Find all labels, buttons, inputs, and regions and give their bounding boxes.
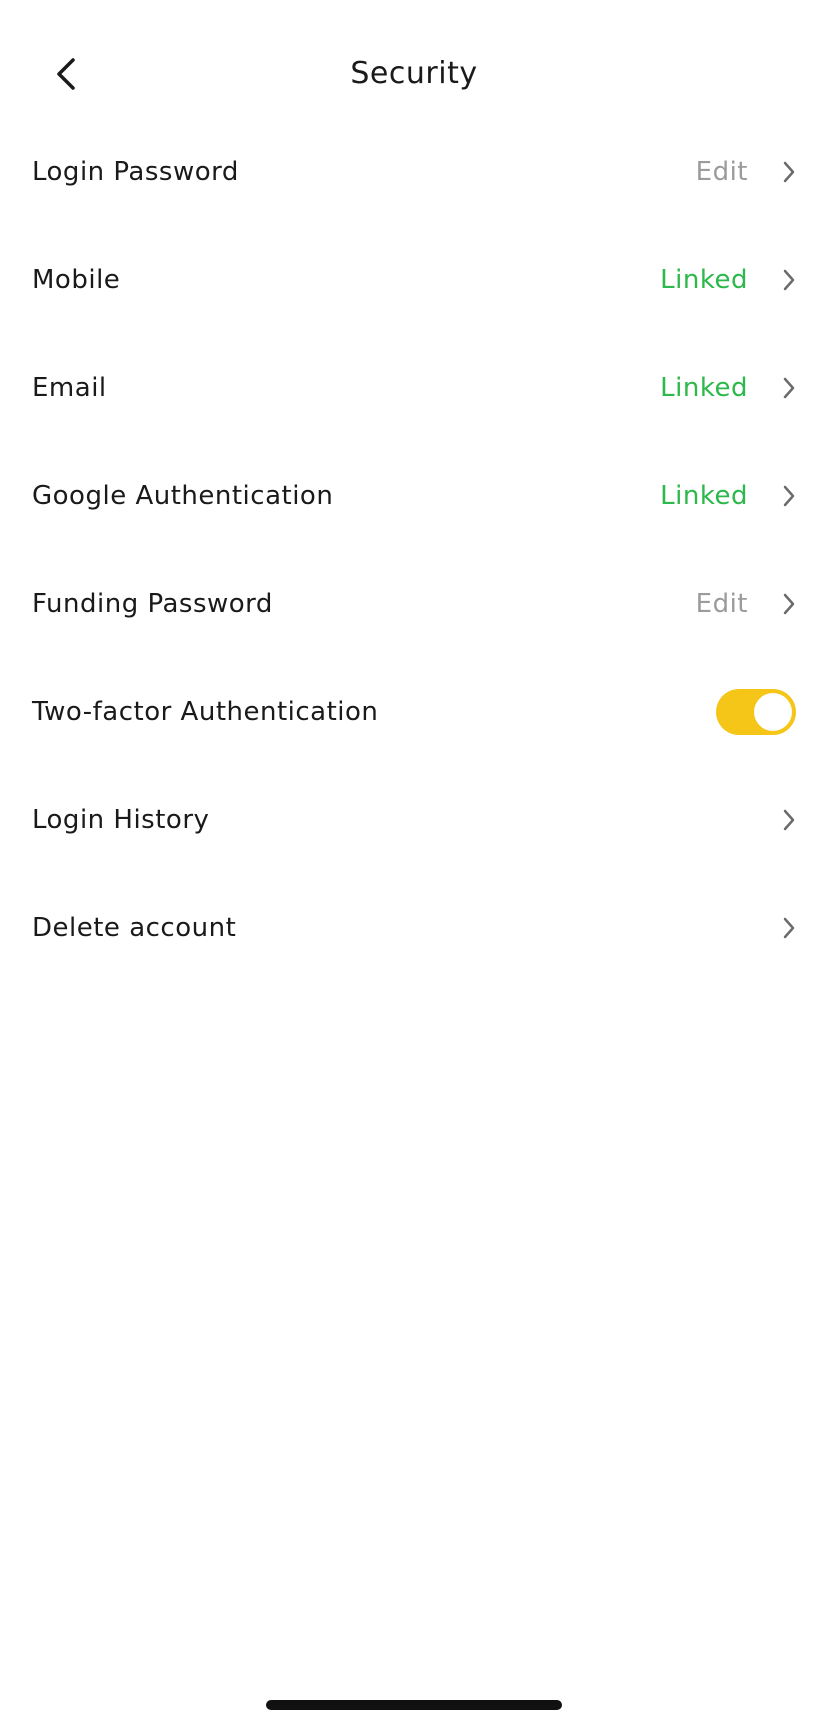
header-bar: Security: [0, 36, 828, 116]
status-edit-label: Edit: [695, 589, 748, 619]
status-linked-label: Linked: [660, 373, 748, 403]
chevron-right-icon: [776, 805, 796, 835]
row-label: Funding Password: [32, 589, 273, 619]
chevron-right-icon: [776, 913, 796, 943]
delete-account-row[interactable]: Delete account: [0, 874, 828, 982]
google-authentication-row[interactable]: Google Authentication Linked: [0, 442, 828, 550]
funding-password-row[interactable]: Funding Password Edit: [0, 550, 828, 658]
chevron-right-icon: [776, 373, 796, 403]
chevron-right-icon: [776, 265, 796, 295]
login-history-row[interactable]: Login History: [0, 766, 828, 874]
two-factor-authentication-row: Two-factor Authentication: [0, 658, 828, 766]
row-label: Mobile: [32, 265, 121, 295]
row-label: Login History: [32, 805, 210, 835]
two-factor-toggle[interactable]: [716, 689, 796, 735]
toggle-knob: [754, 693, 792, 731]
chevron-right-icon: [776, 157, 796, 187]
chevron-right-icon: [776, 481, 796, 511]
home-indicator[interactable]: [266, 1700, 562, 1710]
chevron-right-icon: [776, 589, 796, 619]
row-label: Email: [32, 373, 107, 403]
page-title: Security: [350, 56, 478, 91]
row-label: Login Password: [32, 157, 239, 187]
security-settings-list: Login Password Edit Mobile Linked Email …: [0, 118, 828, 982]
mobile-row[interactable]: Mobile Linked: [0, 226, 828, 334]
status-linked-label: Linked: [660, 481, 748, 511]
row-label: Two-factor Authentication: [32, 697, 379, 727]
status-linked-label: Linked: [660, 265, 748, 295]
email-row[interactable]: Email Linked: [0, 334, 828, 442]
row-label: Delete account: [32, 913, 237, 943]
row-label: Google Authentication: [32, 481, 334, 511]
status-edit-label: Edit: [695, 157, 748, 187]
login-password-row[interactable]: Login Password Edit: [0, 118, 828, 226]
